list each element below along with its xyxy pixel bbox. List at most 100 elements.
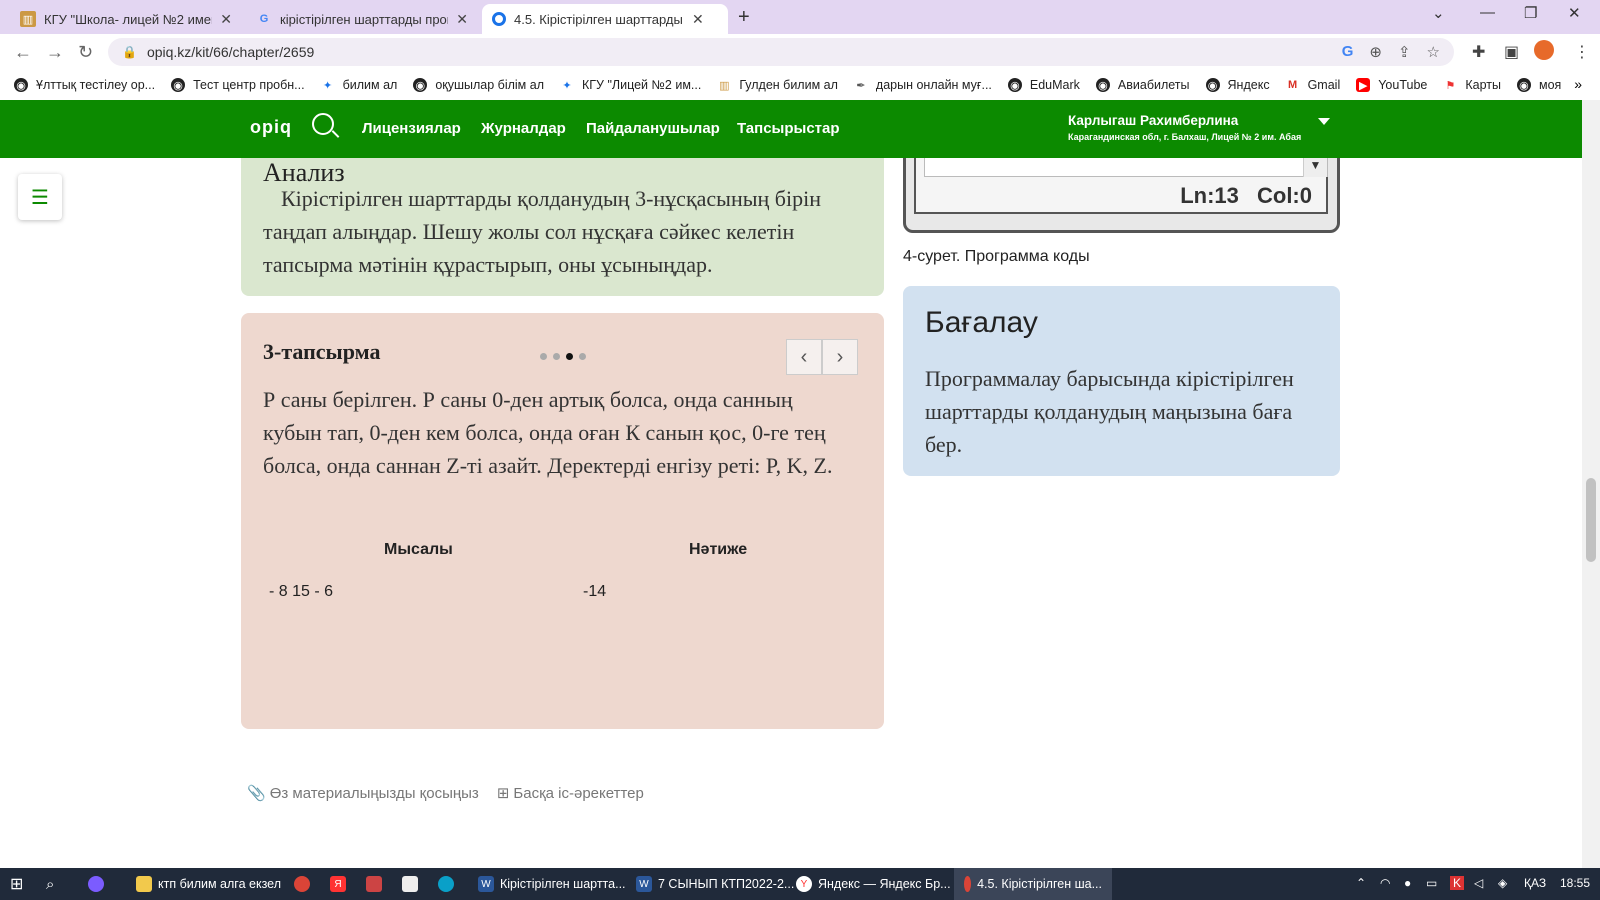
bookmark-item[interactable]: ◉ моя: [1516, 78, 1561, 92]
bookmark-item[interactable]: ◉ Яндекс: [1205, 78, 1270, 92]
google-lens-icon[interactable]: G: [1342, 43, 1354, 61]
bookmark-star-icon[interactable]: ☆: [1427, 43, 1440, 61]
yandex-icon: Y: [796, 876, 812, 892]
tab-title: кірістірілген шарттарды програ: [280, 11, 449, 27]
minimize-icon[interactable]: —: [1480, 4, 1495, 21]
forward-arrow-icon[interactable]: →: [46, 42, 64, 63]
language-indicator[interactable]: ҚАЗ: [1524, 876, 1546, 890]
bookmark-item[interactable]: M Gmail: [1286, 78, 1340, 92]
word-icon: W: [478, 876, 494, 892]
nav-licenses[interactable]: Лицензиялар: [362, 120, 461, 137]
bookmark-item[interactable]: ✦ билим ал: [321, 78, 397, 92]
add-material-link[interactable]: 📎 Өз материалыңызды қосыңыз: [247, 784, 479, 803]
new-tab-button[interactable]: +: [738, 6, 750, 29]
bookmark-item[interactable]: ⚑ Карты: [1443, 78, 1501, 92]
search-icon[interactable]: [312, 113, 334, 135]
page-scrollbar[interactable]: [1582, 100, 1600, 868]
other-actions-link[interactable]: ⊞ Басқа іс-әрекеттер: [496, 784, 644, 803]
yandex-icon[interactable]: Я: [330, 868, 352, 900]
address-bar-row: ← → ↻ 🔒 opiq.kz/kit/66/chapter/2659 G ⊕ …: [0, 34, 1600, 70]
search-icon[interactable]: ⌕: [46, 868, 54, 900]
bookmark-item[interactable]: ◉ EduMark: [1007, 78, 1080, 92]
close-icon[interactable]: ✕: [220, 11, 232, 28]
opiq-favicon-icon: [492, 12, 506, 26]
slider-dots: [540, 353, 586, 360]
globe-icon: ◉: [1516, 78, 1531, 92]
bookmarks-bar: ◉ Ұлттық тестілеу ор... ◉ Тест центр пробн…: [0, 70, 1600, 100]
zoom-icon[interactable]: ⊕: [1369, 43, 1382, 61]
tab-search-icon[interactable]: ⌄: [1432, 4, 1445, 22]
figure-caption: 4-сурет. Программа коды: [903, 248, 1090, 265]
app-grid-icon[interactable]: [366, 868, 388, 900]
profile-avatar-icon[interactable]: [1534, 40, 1554, 60]
taskbar-item-word-1[interactable]: W Кірістірілген шартта...: [470, 868, 634, 900]
taskbar-item-excel-folder[interactable]: ктп билим алга екзел: [126, 868, 291, 900]
site-header: opiq Лицензиялар Журналдар Пайдаланушыла…: [0, 100, 1582, 158]
browser-tab-2[interactable]: G кірістірілген шарттарды програ ✕: [246, 4, 478, 34]
chevron-down-icon[interactable]: [1318, 118, 1330, 125]
windows-taskbar: ⊞ ⌕ ктп билим алга екзел Я W Кірістірілге…: [0, 868, 1600, 900]
share-icon[interactable]: ⇪: [1398, 43, 1411, 61]
window-close-icon[interactable]: ✕: [1568, 4, 1581, 22]
scrollbar-thumb[interactable]: [1586, 478, 1596, 562]
slider-dot[interactable]: [579, 353, 586, 360]
edge-icon[interactable]: [438, 868, 460, 900]
assistant-icon[interactable]: [88, 868, 110, 900]
side-panel-icon[interactable]: ▣: [1504, 42, 1519, 62]
word-icon: W: [636, 876, 652, 892]
volume-icon[interactable]: ◁: [1474, 876, 1483, 890]
taskbar-item-yandex[interactable]: Y Яндекс — Яндекс Бр...: [788, 868, 959, 900]
close-icon[interactable]: ✕: [456, 11, 468, 28]
bookmark-item[interactable]: ◉ Тест центр пробн...: [171, 78, 305, 92]
close-icon[interactable]: ✕: [692, 11, 704, 28]
folder-icon: [136, 876, 152, 892]
next-arrow-icon[interactable]: ›: [822, 339, 858, 375]
browser-tab-1[interactable]: ▥ КГУ "Школа- лицей №2 имени А ✕: [10, 4, 242, 34]
bookmark-item[interactable]: ◉ Авиабилеты: [1095, 78, 1190, 92]
taskbar-item-chrome-active[interactable]: 4.5. Кірістірілген ша...: [954, 868, 1112, 900]
nav-users[interactable]: Пайдаланушылар: [586, 120, 720, 137]
table-header-result: Нәтиже: [689, 541, 748, 558]
reload-icon[interactable]: ↻: [78, 42, 93, 63]
taskbar-item-word-2[interactable]: W7 СЫНЫП КТП2022-2...: [628, 868, 802, 900]
bookmark-item[interactable]: ◉ Ұлттық тестілеу ор...: [14, 78, 155, 92]
back-arrow-icon[interactable]: ←: [14, 42, 32, 63]
bookmarks-overflow-button[interactable]: »: [1574, 76, 1582, 92]
menu-kebab-icon[interactable]: ⋮: [1574, 42, 1590, 62]
browser-tab-3[interactable]: 4.5. Кірістірілген шарттарды про ✕: [482, 4, 728, 34]
microphone-icon[interactable]: ●: [1404, 876, 1411, 890]
chevron-up-icon[interactable]: ⌃: [1356, 876, 1366, 890]
slider-dot[interactable]: [540, 353, 547, 360]
list-icon: ☰: [31, 186, 49, 209]
wifi-icon[interactable]: ◠: [1380, 876, 1390, 890]
antivirus-icon[interactable]: K: [1450, 876, 1465, 890]
prev-arrow-icon[interactable]: ‹: [786, 339, 822, 375]
opiq-logo[interactable]: opiq: [250, 117, 292, 138]
bookmark-item[interactable]: ▶ YouTube: [1356, 78, 1427, 92]
bookmark-item[interactable]: ✒ дарын онлайн муғ...: [854, 78, 992, 92]
url-text: opiq.kz/kit/66/chapter/2659: [146, 44, 315, 60]
restore-icon[interactable]: ❐: [1524, 4, 1537, 22]
battery-icon[interactable]: ▭: [1426, 876, 1437, 890]
assessment-text: Программалау барысында кірістірілген шар…: [925, 366, 1294, 457]
nav-journals[interactable]: Журналдар: [481, 120, 566, 137]
user-name[interactable]: Карлыгаш Рахимберлина: [1068, 113, 1238, 128]
plus-square-icon: ⊞: [496, 785, 510, 802]
browser-tab-strip: ▥ КГУ "Школа- лицей №2 имени А ✕ G кіріс…: [0, 0, 1600, 34]
url-field[interactable]: 🔒 opiq.kz/kit/66/chapter/2659 G ⊕ ⇪ ☆: [108, 38, 1454, 66]
table-of-contents-button[interactable]: ☰: [18, 174, 62, 220]
bookmark-item[interactable]: ✦ КГУ "Лицей №2 им...: [560, 78, 701, 92]
nav-orders[interactable]: Тапсырыстар: [737, 120, 840, 137]
shield-icon[interactable]: ◈: [1498, 876, 1507, 890]
chrome-icon[interactable]: [294, 868, 316, 900]
youtube-icon: ▶: [1356, 78, 1371, 92]
globe-icon: ◉: [171, 78, 186, 92]
extensions-icon[interactable]: ✚: [1472, 42, 1485, 62]
start-icon[interactable]: ⊞: [10, 868, 23, 900]
bookmark-item[interactable]: ◉ оқушылар білім ал: [413, 78, 544, 92]
slider-dot[interactable]: [553, 353, 560, 360]
bookmark-item[interactable]: ▥ Гулден билим ал: [717, 78, 838, 92]
app-icon[interactable]: [402, 868, 424, 900]
clock[interactable]: 18:55: [1560, 876, 1590, 890]
slider-dot-active[interactable]: [566, 353, 573, 360]
